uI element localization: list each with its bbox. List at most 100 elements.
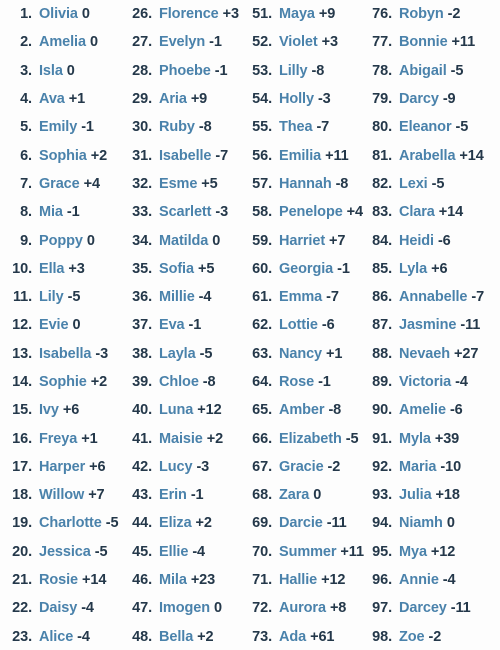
name-label[interactable]: Abigail [399,63,447,79]
name-label[interactable]: Phoebe [159,63,211,79]
list-item[interactable]: 91. Myla +39 [360,424,480,452]
name-label[interactable]: Emily [39,119,77,135]
list-item[interactable]: 42. Lucy -3 [120,453,240,481]
list-item[interactable]: 28. Phoebe -1 [120,57,240,85]
list-item[interactable]: 37. Eva -1 [120,311,240,339]
name-label[interactable]: Evie [39,317,69,333]
name-label[interactable]: Heidi [399,233,434,249]
name-label[interactable]: Robyn [399,6,444,22]
list-item[interactable]: 34. Matilda 0 [120,226,240,254]
list-item[interactable]: 32. Esme +5 [120,170,240,198]
list-item[interactable]: 71. Hallie +12 [240,566,360,594]
name-label[interactable]: Amber [279,402,325,418]
list-item[interactable]: 10. Ella +3 [0,255,120,283]
list-item[interactable]: 83. Clara +14 [360,198,480,226]
name-label[interactable]: Violet [279,34,318,50]
name-label[interactable]: Darcey [399,600,447,616]
name-label[interactable]: Summer [279,544,337,560]
list-item[interactable]: 76. Robyn -2 [360,0,480,28]
list-item[interactable]: 72. Aurora +8 [240,594,360,622]
list-item[interactable]: 27. Evelyn -1 [120,28,240,56]
list-item[interactable]: 73. Ada +61 [240,623,360,650]
name-label[interactable]: Ellie [159,544,188,560]
list-item[interactable]: 79. Darcy -9 [360,85,480,113]
list-item[interactable]: 66. Elizabeth -5 [240,424,360,452]
list-item[interactable]: 13. Isabella -3 [0,340,120,368]
name-label[interactable]: Matilda [159,233,208,249]
name-label[interactable]: Evelyn [159,34,205,50]
name-label[interactable]: Darcie [279,515,323,531]
list-item[interactable]: 20. Jessica -5 [0,538,120,566]
name-label[interactable]: Harriet [279,233,325,249]
list-item[interactable]: 33. Scarlett -3 [120,198,240,226]
list-item[interactable]: 98. Zoe -2 [360,623,480,650]
name-label[interactable]: Ava [39,91,65,107]
list-item[interactable]: 78. Abigail -5 [360,57,480,85]
name-label[interactable]: Daisy [39,600,77,616]
list-item[interactable]: 70. Summer +11 [240,538,364,566]
name-label[interactable]: Aria [159,91,187,107]
list-item[interactable]: 86. Annabelle -7 [360,283,484,311]
list-item[interactable]: 55. Thea -7 [240,113,360,141]
name-label[interactable]: Mila [159,572,187,588]
name-label[interactable]: Jasmine [399,317,456,333]
list-item[interactable]: 3. Isla 0 [0,57,120,85]
name-label[interactable]: Millie [159,289,195,305]
list-item[interactable]: 61. Emma -7 [240,283,360,311]
name-label[interactable]: Hannah [279,176,332,192]
name-label[interactable]: Annie [399,572,439,588]
list-item[interactable]: 46. Mila +23 [120,566,240,594]
list-item[interactable]: 12. Evie 0 [0,311,120,339]
list-item[interactable]: 38. Layla -5 [120,340,240,368]
name-label[interactable]: Bella [159,629,193,645]
list-item[interactable]: 26. Florence +3 [120,0,240,28]
list-item[interactable]: 4. Ava +1 [0,85,120,113]
name-label[interactable]: Holly [279,91,314,107]
name-label[interactable]: Olivia [39,6,78,22]
name-label[interactable]: Georgia [279,261,333,277]
list-item[interactable]: 59. Harriet +7 [240,226,360,254]
list-item[interactable]: 95. Mya +12 [360,538,480,566]
list-item[interactable]: 51. Maya +9 [240,0,360,28]
list-item[interactable]: 92. Maria -10 [360,453,480,481]
name-label[interactable]: Annabelle [399,289,468,305]
name-label[interactable]: Thea [279,119,313,135]
list-item[interactable]: 35. Sofia +5 [120,255,240,283]
name-label[interactable]: Eva [159,317,185,333]
name-label[interactable]: Ada [279,629,306,645]
list-item[interactable]: 84. Heidi -6 [360,226,480,254]
name-label[interactable]: Isabelle [159,148,212,164]
name-label[interactable]: Julia [399,487,432,503]
name-label[interactable]: Niamh [399,515,443,531]
list-item[interactable]: 40. Luna +12 [120,396,240,424]
name-label[interactable]: Alice [39,629,73,645]
name-label[interactable]: Luna [159,402,193,418]
name-label[interactable]: Ruby [159,119,195,135]
list-item[interactable]: 62. Lottie -6 [240,311,360,339]
list-item[interactable]: 17. Harper +6 [0,453,120,481]
name-label[interactable]: Layla [159,346,196,362]
name-label[interactable]: Ella [39,261,65,277]
list-item[interactable]: 81. Arabella +14 [360,141,484,169]
list-item[interactable]: 80. Eleanor -5 [360,113,480,141]
name-label[interactable]: Zoe [399,629,425,645]
name-label[interactable]: Amelia [39,34,86,50]
list-item[interactable]: 88. Nevaeh +27 [360,340,480,368]
list-item[interactable]: 45. Ellie -4 [120,538,240,566]
name-label[interactable]: Myla [399,431,431,447]
list-item[interactable]: 2. Amelia 0 [0,28,120,56]
list-item[interactable]: 94. Niamh 0 [360,509,480,537]
name-label[interactable]: Nevaeh [399,346,450,362]
list-item[interactable]: 8. Mia -1 [0,198,120,226]
name-label[interactable]: Emma [279,289,322,305]
list-item[interactable]: 39. Chloe -8 [120,368,240,396]
list-item[interactable]: 1. Olivia 0 [0,0,120,28]
name-label[interactable]: Aurora [279,600,326,616]
list-item[interactable]: 97. Darcey -11 [360,594,480,622]
name-label[interactable]: Poppy [39,233,83,249]
name-label[interactable]: Charlotte [39,515,102,531]
list-item[interactable]: 60. Georgia -1 [240,255,360,283]
name-label[interactable]: Elizabeth [279,431,342,447]
name-label[interactable]: Gracie [279,459,324,475]
list-item[interactable]: 36. Millie -4 [120,283,240,311]
